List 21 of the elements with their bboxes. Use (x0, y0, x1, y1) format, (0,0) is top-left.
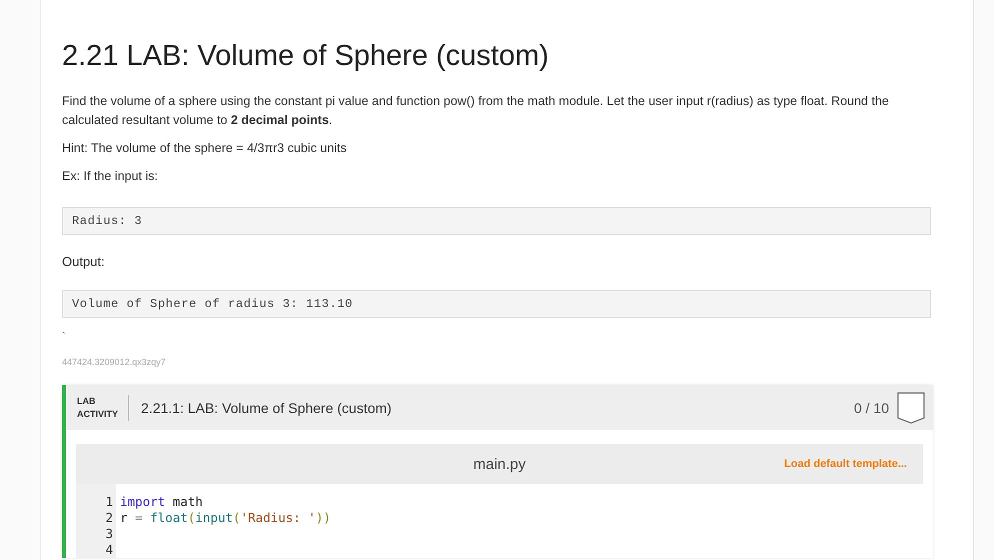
lab-title: 2.21.1: LAB: Volume of Sphere (custom) (141, 400, 393, 416)
input-example: Radius: 3 (62, 207, 931, 235)
backtick-mark: ` (62, 331, 66, 343)
instruction-text: Hint: The volume of the sphere = 4/3πr3 cubic units (62, 140, 348, 157)
page-title: 2.21 LAB: Volume of Sphere (custom) (62, 39, 550, 73)
output-example: Volume of Sphere of radius 3: 113.10 (62, 290, 931, 318)
code-line: import math (120, 494, 204, 510)
line-number: 1 (104, 494, 114, 510)
content-id: 447424.3209012.qx3zqy7 (62, 357, 167, 367)
line-number: 4 (104, 542, 114, 558)
load-template-link[interactable]: Load default template... (784, 458, 907, 470)
score-badge-icon (897, 392, 925, 424)
code-line: r = float(input('Radius: ')) (120, 510, 332, 526)
line-number: 2 (104, 510, 114, 526)
score-text: 0 / 10 (854, 400, 889, 416)
output-label: Output: (62, 254, 106, 269)
file-name: main.py (473, 456, 526, 472)
line-number: 3 (104, 526, 114, 542)
lab-activity-tag: LAB ACTIVITY (77, 394, 130, 420)
instruction-text: Find the volume of a sphere using the constant pi value and function pow() from the math module. Let the user input r(radius) as type float. Round the calculated resultant volume to 2 decimal points. (62, 93, 890, 129)
instruction-text: Ex: If the input is: (62, 168, 159, 185)
